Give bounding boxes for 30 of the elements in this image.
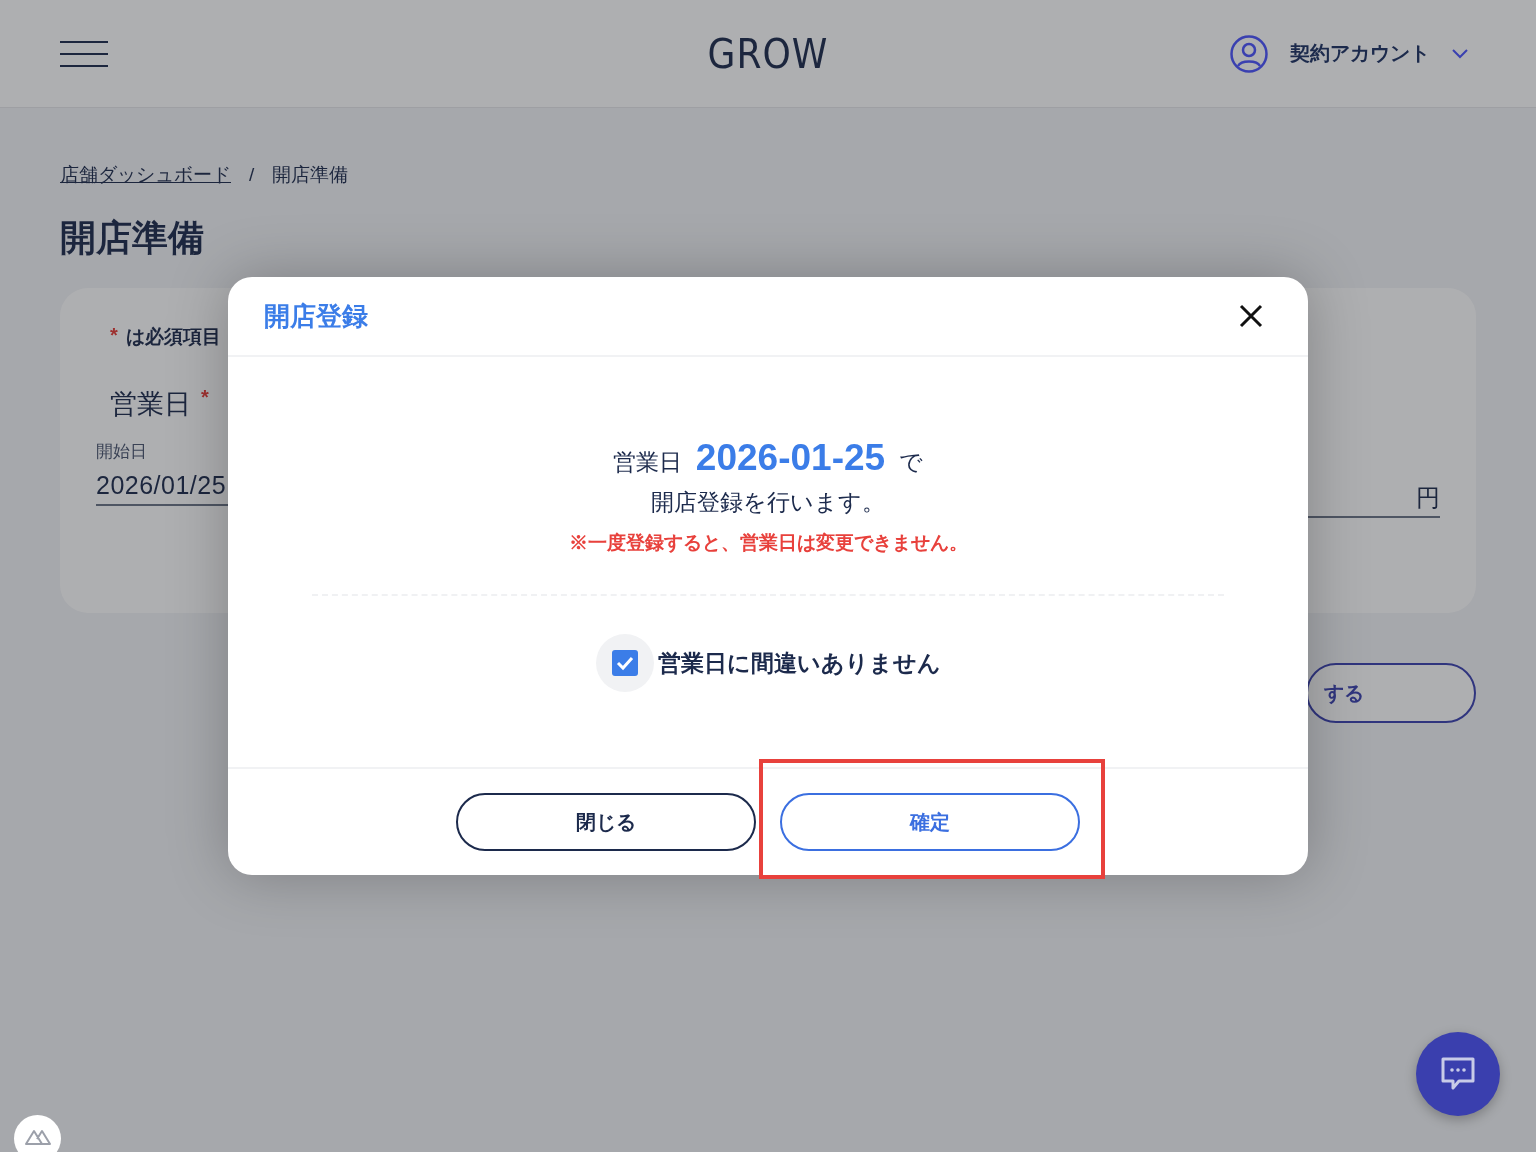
field-label: 営業日 [110,388,191,421]
breadcrumb-current: 開店準備 [272,163,349,187]
start-date-label: 開始日 [96,441,147,463]
menu-icon[interactable] [60,40,108,67]
checkbox-label[interactable]: 営業日に間違いありません [657,647,941,679]
message-text: 開店登録を行います。 [651,488,885,517]
confirm-button[interactable]: 確定 [780,793,1080,851]
user-icon[interactable] [1230,34,1268,73]
message-text: で [899,448,924,477]
account-name[interactable]: 契約アカウント [1290,40,1430,67]
breadcrumb-separator: / [249,164,255,186]
chat-bubble-icon [1439,1056,1477,1092]
mountain-icon [24,1127,51,1145]
dialog-title: 開店登録 [264,299,368,333]
chevron-down-icon[interactable] [1452,48,1468,59]
required-note: は必須項目 [125,325,221,349]
required-mark: * [110,324,118,347]
close-button[interactable]: 閉じる [456,793,756,851]
chat-button[interactable] [1416,1032,1500,1116]
submit-button[interactable]: する [1306,663,1476,723]
breadcrumb-link[interactable]: 店舗ダッシュボード [60,162,231,188]
app-badge[interactable] [14,1115,61,1152]
business-date: 2026-01-25 [695,437,886,479]
required-mark: * [201,386,209,409]
message-text: 営業日 [612,448,682,477]
app-logo: GROW [707,30,829,77]
warning-text: ※一度登録すると、営業日は変更できません。 [568,531,968,555]
close-icon[interactable] [1238,303,1264,329]
unit-label: 円 [1416,483,1440,513]
page-title: 開店準備 [60,216,205,260]
